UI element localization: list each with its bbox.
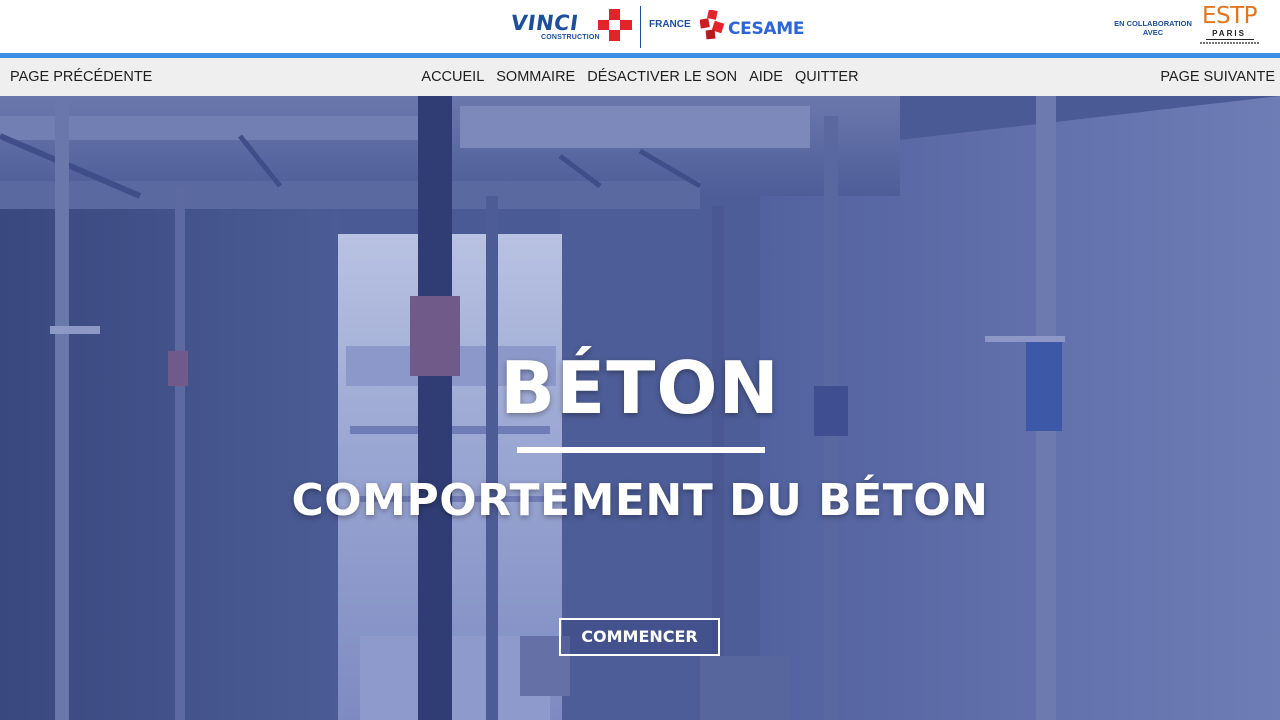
nav-summary-link[interactable]: SOMMAIRE — [496, 69, 575, 85]
estp-logo-tagline — [1200, 42, 1260, 44]
nav-home-link[interactable]: ACCUEIL — [421, 69, 484, 85]
collaboration-label: EN COLLABORATION AVEC — [1111, 19, 1195, 37]
navigation-bar: PAGE PRÉCÉDENTE ACCUEIL SOMMAIRE DÉSACTI… — [0, 58, 1280, 96]
header: VINCI CONSTRUCTION FRANCE CESAME EN COLL… — [0, 0, 1280, 53]
estp-logo-rule — [1206, 39, 1254, 40]
vinci-logo-subtext: CONSTRUCTION — [541, 34, 600, 41]
vinci-logo-text: VINCI — [509, 11, 581, 35]
vinci-cross-icon — [598, 9, 632, 41]
estp-logo-text: ESTP — [1202, 3, 1258, 29]
nav-mute-sound-link[interactable]: DÉSACTIVER LE SON — [587, 69, 737, 85]
next-page-link[interactable]: PAGE SUIVANTE — [1160, 69, 1275, 85]
collaboration-line-2: AVEC — [1142, 28, 1164, 37]
nav-center-menu: ACCUEIL SOMMAIRE DÉSACTIVER LE SON AIDE … — [0, 69, 1280, 85]
hero-section: BÉTON COMPORTEMENT DU BÉTON COMMENCER — [0, 96, 1280, 720]
vinci-construction-logo: VINCI CONSTRUCTION — [509, 9, 633, 45]
cesame-logo-text: CESAME — [728, 19, 805, 39]
nav-help-link[interactable]: AIDE — [749, 69, 783, 85]
header-divider — [640, 6, 641, 48]
nav-quit-link[interactable]: QUITTER — [795, 69, 859, 85]
start-button[interactable]: COMMENCER — [559, 618, 720, 656]
estp-city-text: PARIS — [1212, 29, 1246, 38]
estp-paris-logo: ESTP PARIS — [1200, 3, 1260, 51]
cesame-logo-icon — [700, 10, 725, 40]
hero-title: BÉTON — [500, 346, 780, 430]
france-label: FRANCE — [649, 19, 691, 30]
hero-subtitle: COMPORTEMENT DU BÉTON — [291, 475, 989, 526]
hero-title-underline — [517, 447, 765, 453]
collaboration-line-1: EN COLLABORATION — [1114, 19, 1192, 28]
